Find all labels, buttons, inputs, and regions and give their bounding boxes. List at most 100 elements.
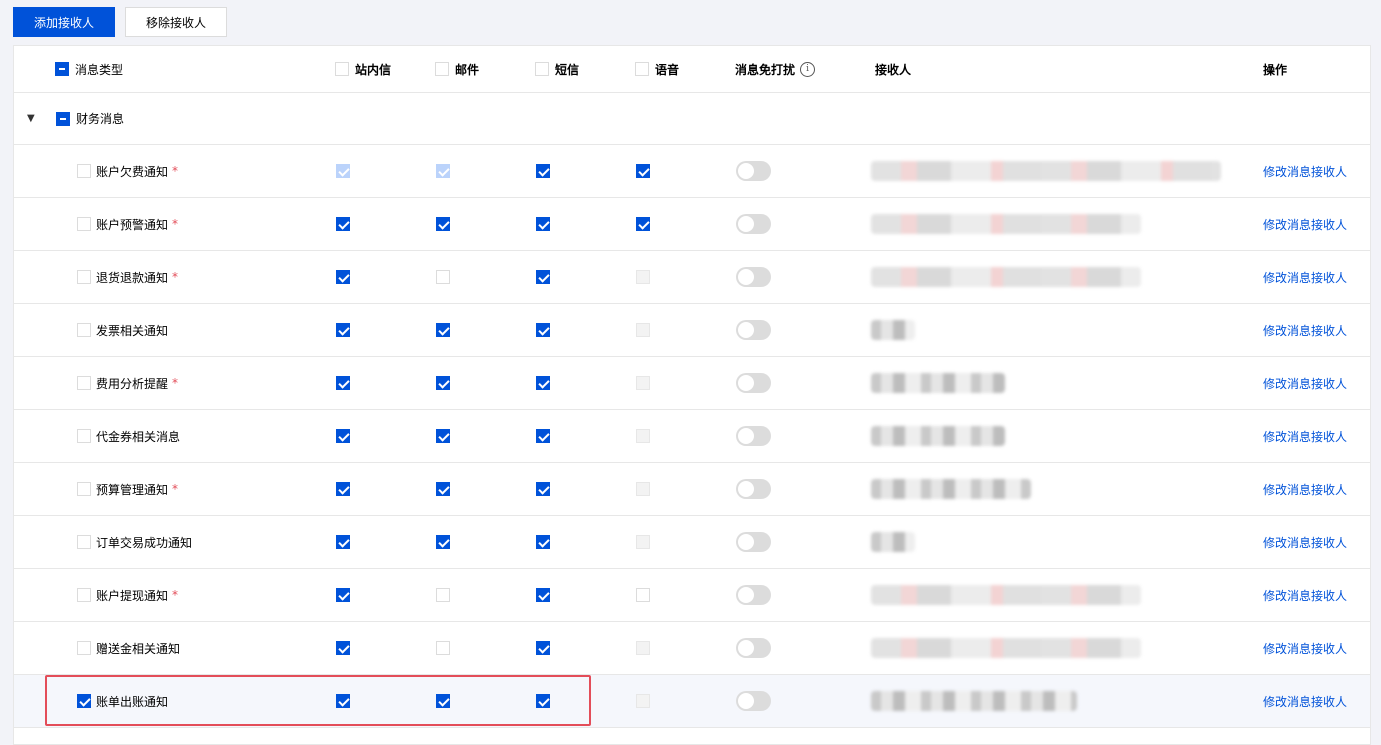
dnd-toggle[interactable] <box>736 585 771 605</box>
dnd-toggle[interactable] <box>736 267 771 287</box>
header-sms-checkbox[interactable] <box>535 62 549 76</box>
caret-down-icon[interactable]: ▼ <box>27 113 35 124</box>
row-select-checkbox[interactable] <box>77 535 91 549</box>
voice-checkbox[interactable] <box>636 217 650 231</box>
row-dnd-cell <box>736 516 771 568</box>
dnd-toggle[interactable] <box>736 161 771 181</box>
email-checkbox[interactable] <box>436 429 450 443</box>
row-select-checkbox[interactable] <box>77 429 91 443</box>
row-dnd-cell <box>736 357 771 409</box>
sms-checkbox[interactable] <box>536 164 550 178</box>
row-select-checkbox[interactable] <box>77 323 91 337</box>
recipients-redacted <box>871 214 1141 234</box>
edit-recipients-link[interactable]: 修改消息接收人 <box>1263 322 1347 339</box>
voice-checkbox <box>636 376 650 390</box>
edit-recipients-link[interactable]: 修改消息接收人 <box>1263 640 1347 657</box>
table-row: 账单出账通知 修改消息接收人 <box>14 675 1370 728</box>
dnd-toggle[interactable] <box>736 532 771 552</box>
edit-recipients-link[interactable]: 修改消息接收人 <box>1263 375 1347 392</box>
voice-checkbox[interactable] <box>636 164 650 178</box>
dnd-toggle[interactable] <box>736 373 771 393</box>
edit-recipients-link[interactable]: 修改消息接收人 <box>1263 481 1347 498</box>
info-icon[interactable]: i <box>800 61 816 77</box>
dnd-toggle[interactable] <box>736 479 771 499</box>
email-checkbox[interactable] <box>436 217 450 231</box>
email-checkbox[interactable] <box>436 694 450 708</box>
dnd-toggle[interactable] <box>736 691 771 711</box>
dnd-toggle[interactable] <box>736 638 771 658</box>
sms-checkbox[interactable] <box>536 429 550 443</box>
inbox-checkbox[interactable] <box>336 323 350 337</box>
header-email-checkbox[interactable] <box>435 62 449 76</box>
row-inbox-cell <box>336 516 350 568</box>
inbox-checkbox[interactable] <box>336 270 350 284</box>
inbox-checkbox[interactable] <box>336 535 350 549</box>
inbox-checkbox[interactable] <box>336 694 350 708</box>
row-sms-cell <box>536 516 550 568</box>
email-checkbox[interactable] <box>436 323 450 337</box>
edit-recipients-link[interactable]: 修改消息接收人 <box>1263 163 1347 180</box>
row-inbox-cell <box>336 463 350 515</box>
row-inbox-cell <box>336 569 350 621</box>
voice-checkbox <box>636 323 650 337</box>
sms-checkbox[interactable] <box>536 641 550 655</box>
dnd-toggle[interactable] <box>736 320 771 340</box>
dnd-toggle[interactable] <box>736 214 771 234</box>
email-checkbox[interactable] <box>436 588 450 602</box>
sms-checkbox[interactable] <box>536 535 550 549</box>
inbox-checkbox[interactable] <box>336 482 350 496</box>
edit-recipients-link[interactable]: 修改消息接收人 <box>1263 587 1347 604</box>
edit-recipients-link[interactable]: 修改消息接收人 <box>1263 428 1347 445</box>
recipients-redacted <box>871 267 1141 287</box>
remove-recipient-button[interactable]: 移除接收人 <box>125 7 227 37</box>
row-select-checkbox[interactable] <box>77 217 91 231</box>
voice-checkbox[interactable] <box>636 588 650 602</box>
sms-checkbox[interactable] <box>536 694 550 708</box>
header-sms-label: 短信 <box>555 62 580 77</box>
edit-recipients-link[interactable]: 修改消息接收人 <box>1263 693 1347 710</box>
email-checkbox[interactable] <box>436 641 450 655</box>
row-select-checkbox[interactable] <box>77 641 91 655</box>
header-type-label: 消息类型 <box>75 62 124 77</box>
header-inbox-checkbox[interactable] <box>335 62 349 76</box>
header-email-cell: 邮件 <box>435 46 479 92</box>
table-header: 消息类型 站内信 邮件 短信 语音 消息免打扰 i 接收人 操作 <box>14 46 1370 93</box>
sms-checkbox[interactable] <box>536 376 550 390</box>
row-select-checkbox[interactable] <box>77 694 91 708</box>
sms-checkbox[interactable] <box>536 323 550 337</box>
row-name: 发票相关通知 <box>96 323 169 338</box>
group-checkbox[interactable] <box>56 111 70 126</box>
inbox-checkbox[interactable] <box>336 376 350 390</box>
row-select-checkbox[interactable] <box>77 164 91 178</box>
row-email-cell <box>436 145 450 197</box>
inbox-checkbox[interactable] <box>336 641 350 655</box>
email-checkbox[interactable] <box>436 270 450 284</box>
edit-recipients-link[interactable]: 修改消息接收人 <box>1263 534 1347 551</box>
row-sms-cell <box>536 357 550 409</box>
select-all-checkbox[interactable] <box>55 62 69 76</box>
row-select-checkbox[interactable] <box>77 376 91 390</box>
edit-recipients-link[interactable]: 修改消息接收人 <box>1263 269 1347 286</box>
sms-checkbox[interactable] <box>536 270 550 284</box>
email-checkbox[interactable] <box>436 376 450 390</box>
row-email-cell <box>436 198 450 250</box>
voice-checkbox <box>636 641 650 655</box>
inbox-checkbox[interactable] <box>336 429 350 443</box>
inbox-checkbox[interactable] <box>336 217 350 231</box>
row-select-checkbox[interactable] <box>77 482 91 496</box>
table-row: 订单交易成功通知 修改消息接收人 <box>14 516 1370 569</box>
edit-recipients-link[interactable]: 修改消息接收人 <box>1263 216 1347 233</box>
sms-checkbox[interactable] <box>536 588 550 602</box>
inbox-checkbox[interactable] <box>336 588 350 602</box>
row-name-cell: 赠送金相关通知 <box>77 622 180 674</box>
sms-checkbox[interactable] <box>536 217 550 231</box>
sms-checkbox[interactable] <box>536 482 550 496</box>
add-recipient-button[interactable]: 添加接收人 <box>13 7 115 37</box>
email-checkbox[interactable] <box>436 535 450 549</box>
email-checkbox[interactable] <box>436 482 450 496</box>
row-select-checkbox[interactable] <box>77 588 91 602</box>
row-name: 账户提现通知 <box>96 588 169 603</box>
header-voice-checkbox[interactable] <box>635 62 649 76</box>
dnd-toggle[interactable] <box>736 426 771 446</box>
row-select-checkbox[interactable] <box>77 270 91 284</box>
